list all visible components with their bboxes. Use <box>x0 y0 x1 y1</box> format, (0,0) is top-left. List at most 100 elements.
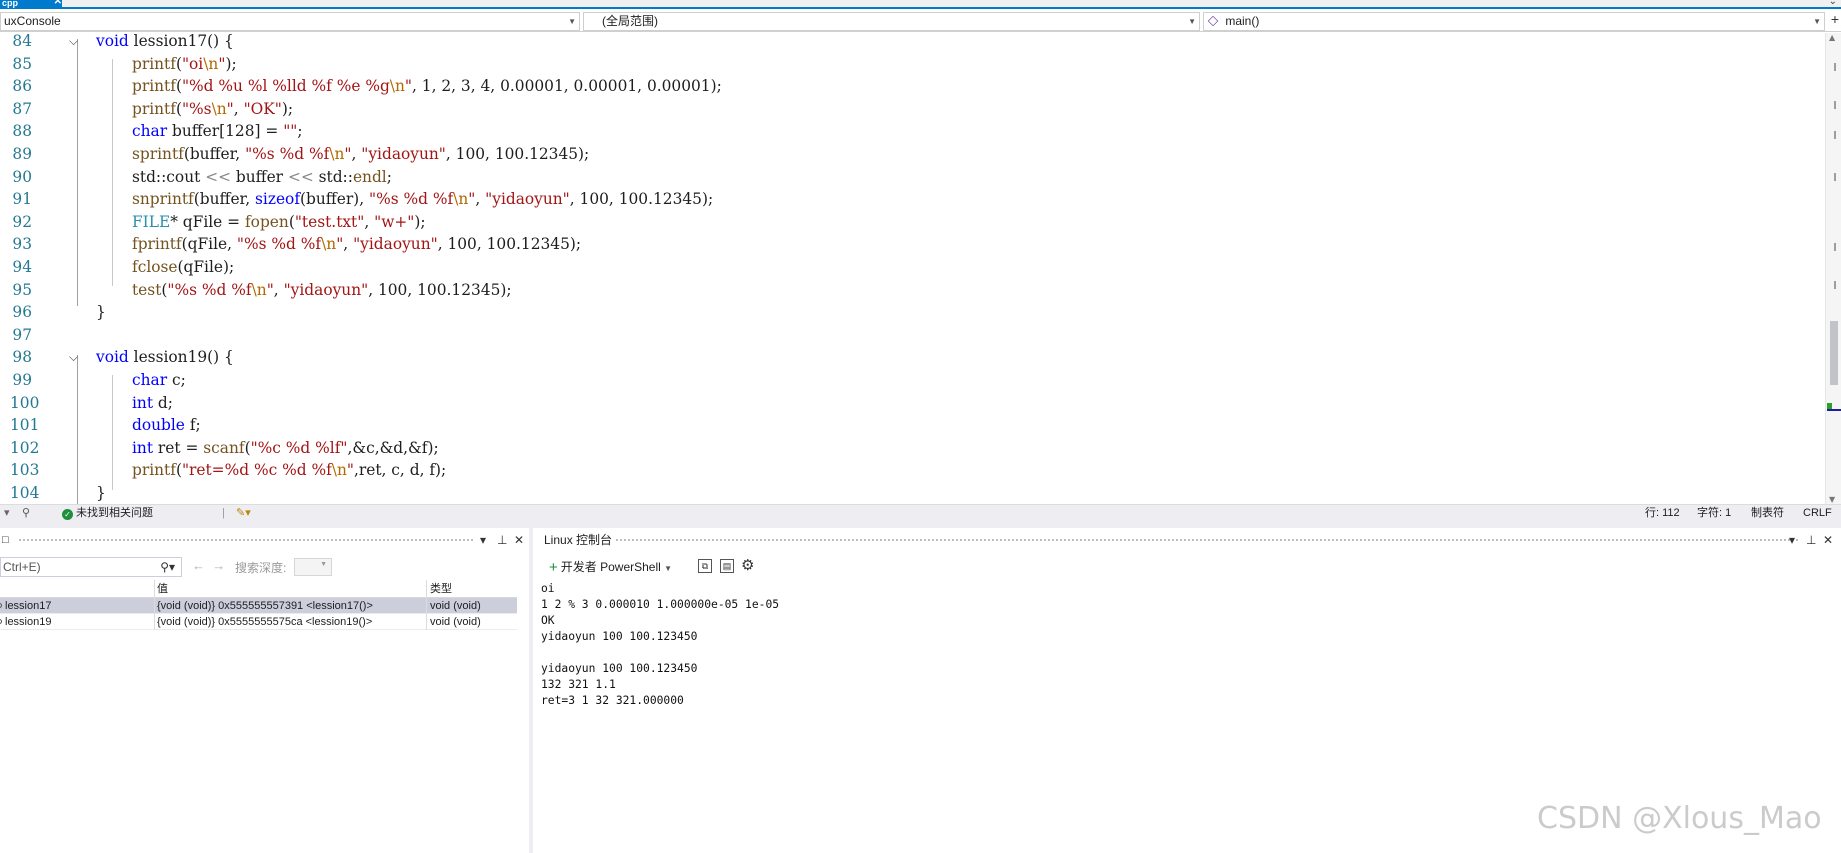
issues-label: 未找到相关问题 <box>76 507 153 519</box>
column-header-value[interactable]: 值 <box>154 580 424 598</box>
scroll-down-icon[interactable]: ▼ <box>1829 495 1835 504</box>
code-line[interactable]: 94 fclose(qFile); <box>0 256 1820 279</box>
search-depth-label: 搜索深度: <box>235 561 287 575</box>
code-token: ,ret, c, d, f); <box>353 461 447 480</box>
panel-dropdown-icon[interactable]: ▾ <box>1789 528 1795 552</box>
search-nav-arrows[interactable]: ← → <box>192 558 225 573</box>
code-line[interactable]: 103 printf("ret=%d %c %d %f\n",ret, c, d,… <box>0 459 1820 482</box>
code-line[interactable]: 89 sprintf(buffer, "%s %d %f\n", "yidaoyu… <box>0 143 1820 166</box>
tab-overflow-icon[interactable]: ⌄ <box>1829 0 1837 7</box>
scroll-marker <box>1834 281 1836 289</box>
scroll-up-icon[interactable]: ▲ <box>1829 33 1835 42</box>
code-line[interactable]: 93 fprintf(qFile, "%s %d %f\n", "yidaoyun… <box>0 233 1820 256</box>
tabs-indicator[interactable]: 制表符 <box>1751 506 1784 521</box>
gear-icon[interactable]: ⚙ <box>741 556 754 574</box>
divider: | <box>222 507 225 519</box>
code-token: (buffer, <box>193 190 256 209</box>
code-token: ); <box>225 54 237 73</box>
search-depth-select[interactable]: ▼ <box>294 558 332 576</box>
editor-vertical-scrollbar[interactable]: ▲ ▼ <box>1825 33 1841 504</box>
code-token: "%s %d %f <box>368 190 454 209</box>
copy-icon[interactable]: ⧉ <box>698 559 712 573</box>
code-line[interactable]: 95 test("%s %d %f\n", "yidaoyun", 100, 10… <box>0 279 1820 302</box>
code-line[interactable]: 91 snprintf(buffer, sizeof(buffer), "%s %… <box>0 188 1820 211</box>
code-token: , 100, 100.12345); <box>445 145 590 163</box>
line-number: 93 <box>12 235 32 254</box>
panel-splitter[interactable] <box>0 521 1841 528</box>
code-line[interactable]: 104} <box>0 482 1820 504</box>
watch-cell-value[interactable]: {void (void)} 0x5555555575ca <lession19(… <box>154 614 424 630</box>
paste-icon[interactable]: ▤ <box>720 559 734 573</box>
window-icon: □ <box>2 534 9 546</box>
drag-grip[interactable] <box>615 538 1800 542</box>
code-token: fprintf <box>132 235 182 254</box>
close-icon[interactable]: ✕ <box>54 0 62 7</box>
code-line[interactable]: 98 ⌵ void lession19() { <box>0 346 1820 369</box>
code-token: } <box>96 303 106 322</box>
project-dropdown[interactable]: uxConsole ▼ <box>0 12 580 31</box>
code-token: "OK" <box>243 99 282 118</box>
member-dropdown[interactable]: main() ▼ <box>1203 12 1825 31</box>
code-editor[interactable]: 84 ⌵ void lession17() {85 printf("oi\n"); 86… <box>0 33 1841 504</box>
function-icon <box>0 619 2 624</box>
eol-indicator[interactable]: CRLF <box>1803 506 1832 521</box>
line-number: 91 <box>12 190 32 209</box>
code-token: printf <box>132 99 176 118</box>
pin-icon[interactable]: ⊥ <box>497 528 507 552</box>
code-token: c; <box>171 371 186 389</box>
watch-search-input[interactable]: Ctrl+E) ⚲▾ <box>0 557 182 577</box>
code-line[interactable]: 100 int d; <box>0 392 1820 415</box>
code-line[interactable]: 99 char c; <box>0 369 1820 392</box>
code-token: buffer <box>230 167 288 186</box>
line-indicator[interactable]: 行: 112 <box>1645 506 1680 521</box>
watch-table: 值 类型 lession17 {void (void)} 0x5555555573… <box>0 580 517 630</box>
code-line[interactable]: 86 printf("%d %u %l %lld %f %e %g\n", 1, … <box>0 75 1820 98</box>
code-token: ,&c,&d,&f); <box>347 438 439 457</box>
watch-row[interactable]: lession17 {void (void)} 0x555555557391 <l… <box>0 598 517 614</box>
new-terminal-button[interactable]: + 开发者 PowerShell ▼ <box>549 558 672 576</box>
search-icon[interactable]: ⚲▾ <box>160 558 175 576</box>
fold-toggle-icon[interactable]: ⌵ <box>69 346 78 369</box>
code-line[interactable]: 85 printf("oi\n"); <box>0 53 1820 76</box>
code-line[interactable]: 96} <box>0 301 1820 324</box>
fold-toggle-icon[interactable]: ⌵ <box>69 33 78 53</box>
line-number: 98 <box>12 348 32 367</box>
intellicode-icon[interactable]: ⚲ <box>22 506 30 521</box>
code-text: sprintf(buffer, "%s %d %f\n", "yidaoyun"… <box>132 143 589 166</box>
issues-indicator[interactable]: ✓ 未找到相关问题 <box>62 506 153 521</box>
code-token: << <box>287 167 314 186</box>
code-line[interactable]: 97 <box>0 324 1820 347</box>
chevron-down-icon: ▼ <box>1188 17 1196 26</box>
close-icon[interactable]: ✕ <box>1823 528 1833 552</box>
code-line[interactable]: 90 std::cout << buffer << std::endl; <box>0 166 1820 189</box>
watch-cell-value[interactable]: {void (void)} 0x555555557391 <lession17(… <box>154 598 424 614</box>
code-token: buffer[128] = <box>171 122 284 141</box>
console-output[interactable]: oi 1 2 % 3 0.000010 1.000000e-05 1e-05 O… <box>541 581 779 709</box>
code-token: sizeof <box>255 190 301 209</box>
code-line[interactable]: 101 double f; <box>0 414 1820 437</box>
close-icon[interactable]: ✕ <box>514 528 524 552</box>
code-text: printf("ret=%d %c %d %f\n",ret, c, d, f)… <box>132 459 446 482</box>
check-circle-icon: ✓ <box>62 509 73 520</box>
panel-dropdown-icon[interactable]: ▾ <box>480 528 486 552</box>
code-line[interactable]: 87 printf("%s\n", "OK"); <box>0 98 1820 121</box>
line-number: 100 <box>10 393 40 412</box>
line-number: 85 <box>12 54 32 73</box>
code-line[interactable]: 102 int ret = scanf("%c %d %lf",&c,&d,&f)… <box>0 437 1820 460</box>
code-text: char buffer[128] = ""; <box>132 120 303 143</box>
scope-dropdown[interactable]: (全局范围) ▼ <box>583 12 1200 31</box>
char-indicator[interactable]: 字符: 1 <box>1697 506 1731 521</box>
zoom-dropdown-icon[interactable]: ▾ <box>4 506 10 521</box>
drag-grip[interactable] <box>18 538 473 542</box>
file-tab[interactable]: cpp ✕ <box>0 0 62 9</box>
code-line[interactable]: 88 char buffer[128] = ""; <box>0 120 1820 143</box>
scroll-thumb[interactable] <box>1830 321 1838 385</box>
code-line[interactable]: 84 ⌵ void lession17() { <box>0 33 1820 53</box>
split-editor-icon[interactable]: + <box>1831 11 1839 27</box>
code-line[interactable]: 92 FILE* qFile = fopen("test.txt", "w+"); <box>0 211 1820 234</box>
watch-row[interactable]: lession19 {void (void)} 0x5555555575ca <l… <box>0 614 517 630</box>
column-header-type[interactable]: 类型 <box>426 580 516 598</box>
cleanup-brush-icon[interactable]: ✎▾ <box>236 506 251 521</box>
pin-icon[interactable]: ⊥ <box>1806 528 1816 552</box>
code-token: lession17() { <box>133 33 234 50</box>
